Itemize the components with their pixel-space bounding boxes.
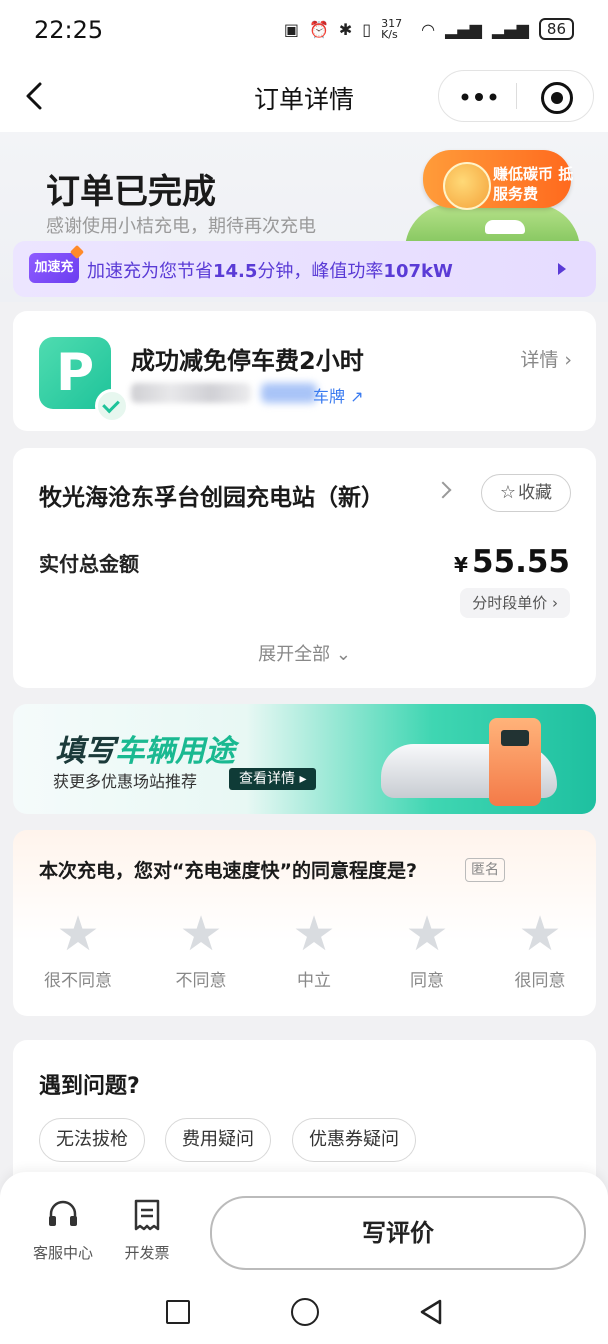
banner-subtitle: 获更多优惠场站推荐 <box>53 772 198 791</box>
vehicle-usage-banner[interactable]: 填写车辆用途 获更多优惠场站推荐 查看详情 ▸ <box>13 704 596 814</box>
rating-option[interactable]: ★ 很同意 <box>495 910 585 991</box>
rating-option[interactable]: ★ 很不同意 <box>33 910 123 991</box>
chevron-right-icon: › <box>564 349 572 371</box>
order-status-title: 订单已完成 <box>46 172 216 212</box>
chevron-right-icon[interactable] <box>434 481 452 499</box>
invoice-icon <box>134 1199 160 1231</box>
capsule-divider <box>516 83 517 109</box>
edit-plate-link[interactable]: 车牌 ↗ <box>313 383 364 407</box>
promo-text: 赚低碳币 抵服务费 <box>493 165 574 203</box>
nav-bar: 订单详情 <box>0 62 608 132</box>
banner-view-detail-button[interactable]: 查看详情 ▸ <box>229 768 317 790</box>
plate-link-redacted <box>261 383 317 403</box>
status-time: 22:25 <box>34 16 104 44</box>
close-miniapp-icon[interactable] <box>541 82 573 114</box>
star-icon: ★ <box>179 906 223 962</box>
speed-charge-tip[interactable]: 加速充 加速充为您节省14.5分钟，峰值功率107kW <box>13 241 596 297</box>
more-icon[interactable] <box>461 93 497 101</box>
battery-indicator: 86 <box>538 18 574 40</box>
speed-charge-badge: 加速充 <box>29 253 79 283</box>
vibrate-icon: ▯ <box>362 19 372 39</box>
invoice-button[interactable]: 开发票 <box>112 1198 182 1263</box>
net-speed: 317 K/s <box>381 17 403 41</box>
total-amount-label: 实付总金额 <box>39 552 139 576</box>
station-card: 牧光海沧东孚台创园充电站（新） ☆ 收藏 实付总金额 ¥55.55 分时段单价 ›… <box>13 448 596 688</box>
star-icon: ★ <box>518 906 562 962</box>
anonymous-badge: 匿名 <box>465 858 505 882</box>
bluetooth-icon: ✱ <box>338 19 353 39</box>
promo-car-illustration <box>485 220 525 234</box>
carbon-coin-promo[interactable]: 赚低碳币 抵服务费 <box>405 142 585 250</box>
charging-speed-survey: 本次充电，您对“充电速度快”的同意程度是? 匿名 ★ 很不同意 ★ 不同意 ★ 中立 … <box>13 830 596 1016</box>
home-icon[interactable] <box>291 1298 319 1326</box>
star-icon: ★ <box>405 906 449 962</box>
time-slot-price-button[interactable]: 分时段单价 › <box>460 588 570 618</box>
survey-question: 本次充电，您对“充电速度快”的同意程度是? <box>39 860 417 882</box>
wifi-icon: ◠ <box>421 19 436 39</box>
charger-illustration <box>489 718 541 806</box>
mini-program-capsule <box>438 70 594 122</box>
signal-icon: ▂▄▆ <box>491 19 529 39</box>
banner-title: 填写车辆用途 <box>55 734 235 769</box>
bottom-action-bar: 客服中心 开发票 写评价 <box>0 1172 608 1280</box>
favorite-button[interactable]: ☆ 收藏 <box>481 474 571 512</box>
alarm-icon: ⏰ <box>308 19 329 39</box>
issue-chip-unplug[interactable]: 无法拔枪 <box>39 1118 145 1162</box>
play-arrow-icon <box>558 263 566 275</box>
write-review-button[interactable]: 写评价 <box>210 1196 586 1270</box>
status-icons: ▣ ⏰ ✱ ▯ 317 K/s ◠ ▂▄▆ ▂▄▆ 86 <box>284 18 574 40</box>
parking-waiver-title: 成功减免停车费2小时 <box>131 347 364 375</box>
parking-detail-link[interactable]: 详情 › <box>520 345 572 372</box>
order-status-subtitle: 感谢使用小桔充电，期待再次充电 <box>46 216 316 237</box>
promo-pill: 赚低碳币 抵服务费 <box>423 150 573 210</box>
star-icon: ★ <box>292 906 336 962</box>
customer-service-button[interactable]: 客服中心 <box>28 1198 98 1263</box>
plate-number-redacted <box>131 383 251 403</box>
rating-option[interactable]: ★ 不同意 <box>156 910 246 991</box>
edit-icon: ↗ <box>350 387 364 406</box>
signal-icon: ▂▄▆ <box>445 19 482 39</box>
station-name[interactable]: 牧光海沧东孚台创园充电站（新） <box>39 478 384 512</box>
back-nav-icon[interactable] <box>418 1298 444 1326</box>
rating-option[interactable]: ★ 同意 <box>382 910 472 991</box>
star-outline-icon: ☆ <box>499 482 517 503</box>
check-badge-icon <box>95 389 129 423</box>
system-navigation-bar <box>0 1280 608 1344</box>
parking-waiver-card[interactable]: P 成功减免停车费2小时 车牌 ↗ 详情 › <box>13 311 596 431</box>
status-bar: 22:25 ▣ ⏰ ✱ ▯ 317 K/s ◠ ▂▄▆ ▂▄▆ 86 <box>0 0 608 62</box>
issue-chip-coupon[interactable]: 优惠券疑问 <box>292 1118 416 1162</box>
coin-icon <box>443 162 491 210</box>
total-amount: ¥55.55 <box>454 544 570 580</box>
headset-icon <box>49 1200 77 1226</box>
speed-charge-text: 加速充为您节省14.5分钟，峰值功率107kW <box>87 261 453 282</box>
star-icon: ★ <box>56 906 100 962</box>
issue-chip-fee[interactable]: 费用疑问 <box>165 1118 271 1162</box>
recent-apps-icon[interactable] <box>166 1300 190 1324</box>
nfc-icon: ▣ <box>283 19 299 39</box>
chevron-down-icon: ⌄ <box>335 644 351 665</box>
expand-all-button[interactable]: 展开全部 ⌄ <box>13 640 596 666</box>
issues-title: 遇到问题? <box>39 1074 140 1099</box>
rating-option[interactable]: ★ 中立 <box>269 910 359 991</box>
